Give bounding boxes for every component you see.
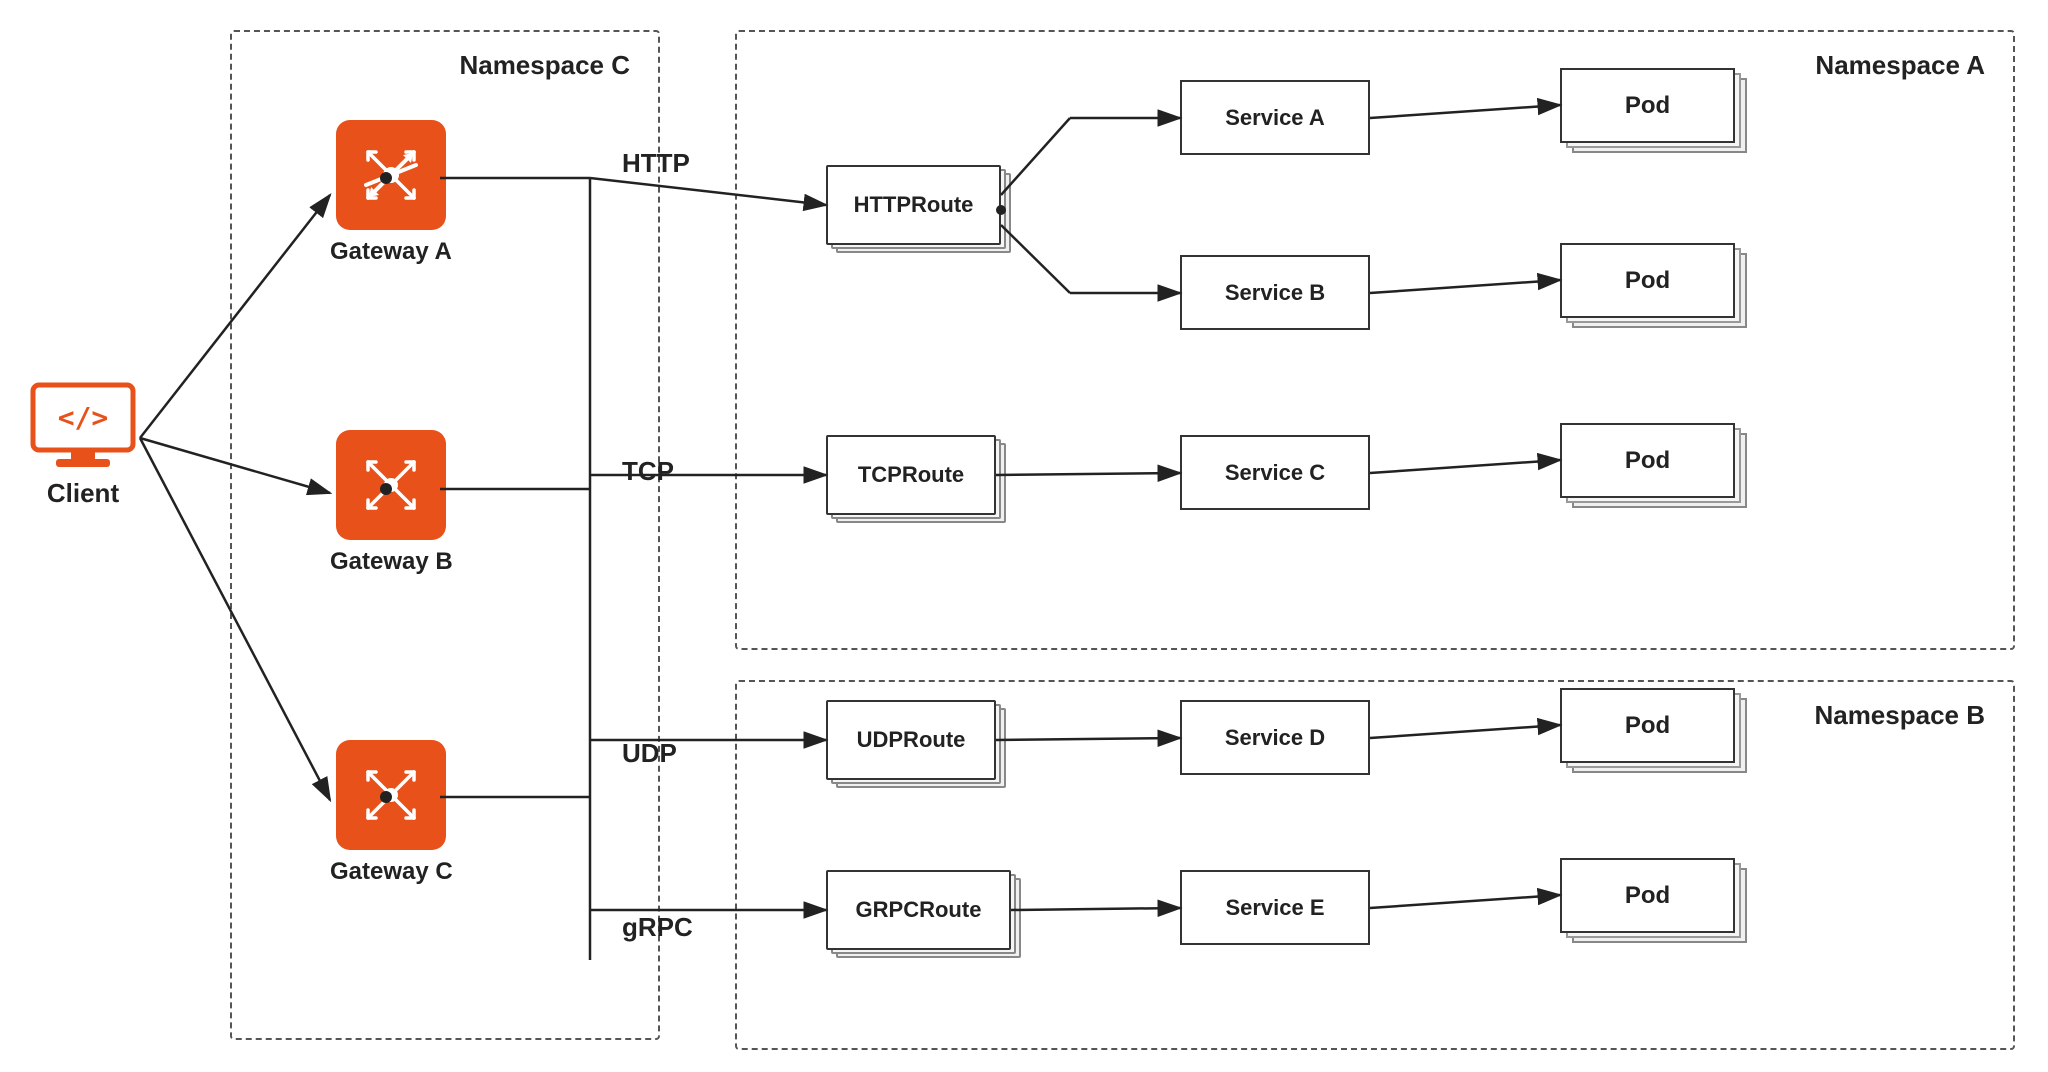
- gateway-b-label: Gateway B: [330, 548, 453, 576]
- pod-a-label: Pod: [1625, 92, 1670, 120]
- namespace-a-label: Namespace A: [1815, 50, 1985, 81]
- service-e: Service E: [1180, 870, 1370, 945]
- pod-d-label: Pod: [1625, 712, 1670, 740]
- http-label: HTTP: [622, 148, 690, 179]
- service-c-label: Service C: [1225, 460, 1325, 486]
- gateway-c: Gateway C: [330, 740, 453, 886]
- grpcroute-label: GRPCRoute: [856, 897, 982, 923]
- udp-label: UDP: [622, 738, 677, 769]
- pod-c-label: Pod: [1625, 447, 1670, 475]
- gateway-c-label: Gateway C: [330, 858, 453, 886]
- gateway-a: Gateway A: [330, 120, 452, 266]
- service-b-label: Service B: [1225, 280, 1325, 306]
- service-e-label: Service E: [1225, 895, 1324, 921]
- udproute-label: UDPRoute: [857, 727, 966, 753]
- gateway-c-icon: [336, 740, 446, 850]
- namespace-a: Namespace A: [735, 30, 2015, 650]
- client: </> Client: [28, 380, 138, 509]
- gateway-a-icon: [336, 120, 446, 230]
- service-a: Service A: [1180, 80, 1370, 155]
- diagram: Namespace C Namespace A Namespace B </> …: [0, 0, 2048, 1072]
- httproute-label: HTTPRoute: [854, 192, 974, 218]
- tcp-label: TCP: [622, 456, 674, 487]
- pod-e-label: Pod: [1625, 882, 1670, 910]
- client-icon: </>: [28, 380, 138, 470]
- service-c: Service C: [1180, 435, 1370, 510]
- service-a-label: Service A: [1225, 105, 1324, 131]
- service-d: Service D: [1180, 700, 1370, 775]
- grpc-label: gRPC: [622, 912, 693, 943]
- client-label: Client: [47, 478, 119, 509]
- gateway-a-label: Gateway A: [330, 238, 452, 266]
- gateway-b-icon: [336, 430, 446, 540]
- namespace-c-label: Namespace C: [459, 50, 630, 81]
- namespace-b-label: Namespace B: [1814, 700, 1985, 731]
- svg-text:</>: </>: [58, 401, 109, 434]
- pod-b-label: Pod: [1625, 267, 1670, 295]
- gateway-b: Gateway B: [330, 430, 453, 576]
- service-d-label: Service D: [1225, 725, 1325, 751]
- service-b: Service B: [1180, 255, 1370, 330]
- tcproute-label: TCPRoute: [858, 462, 964, 488]
